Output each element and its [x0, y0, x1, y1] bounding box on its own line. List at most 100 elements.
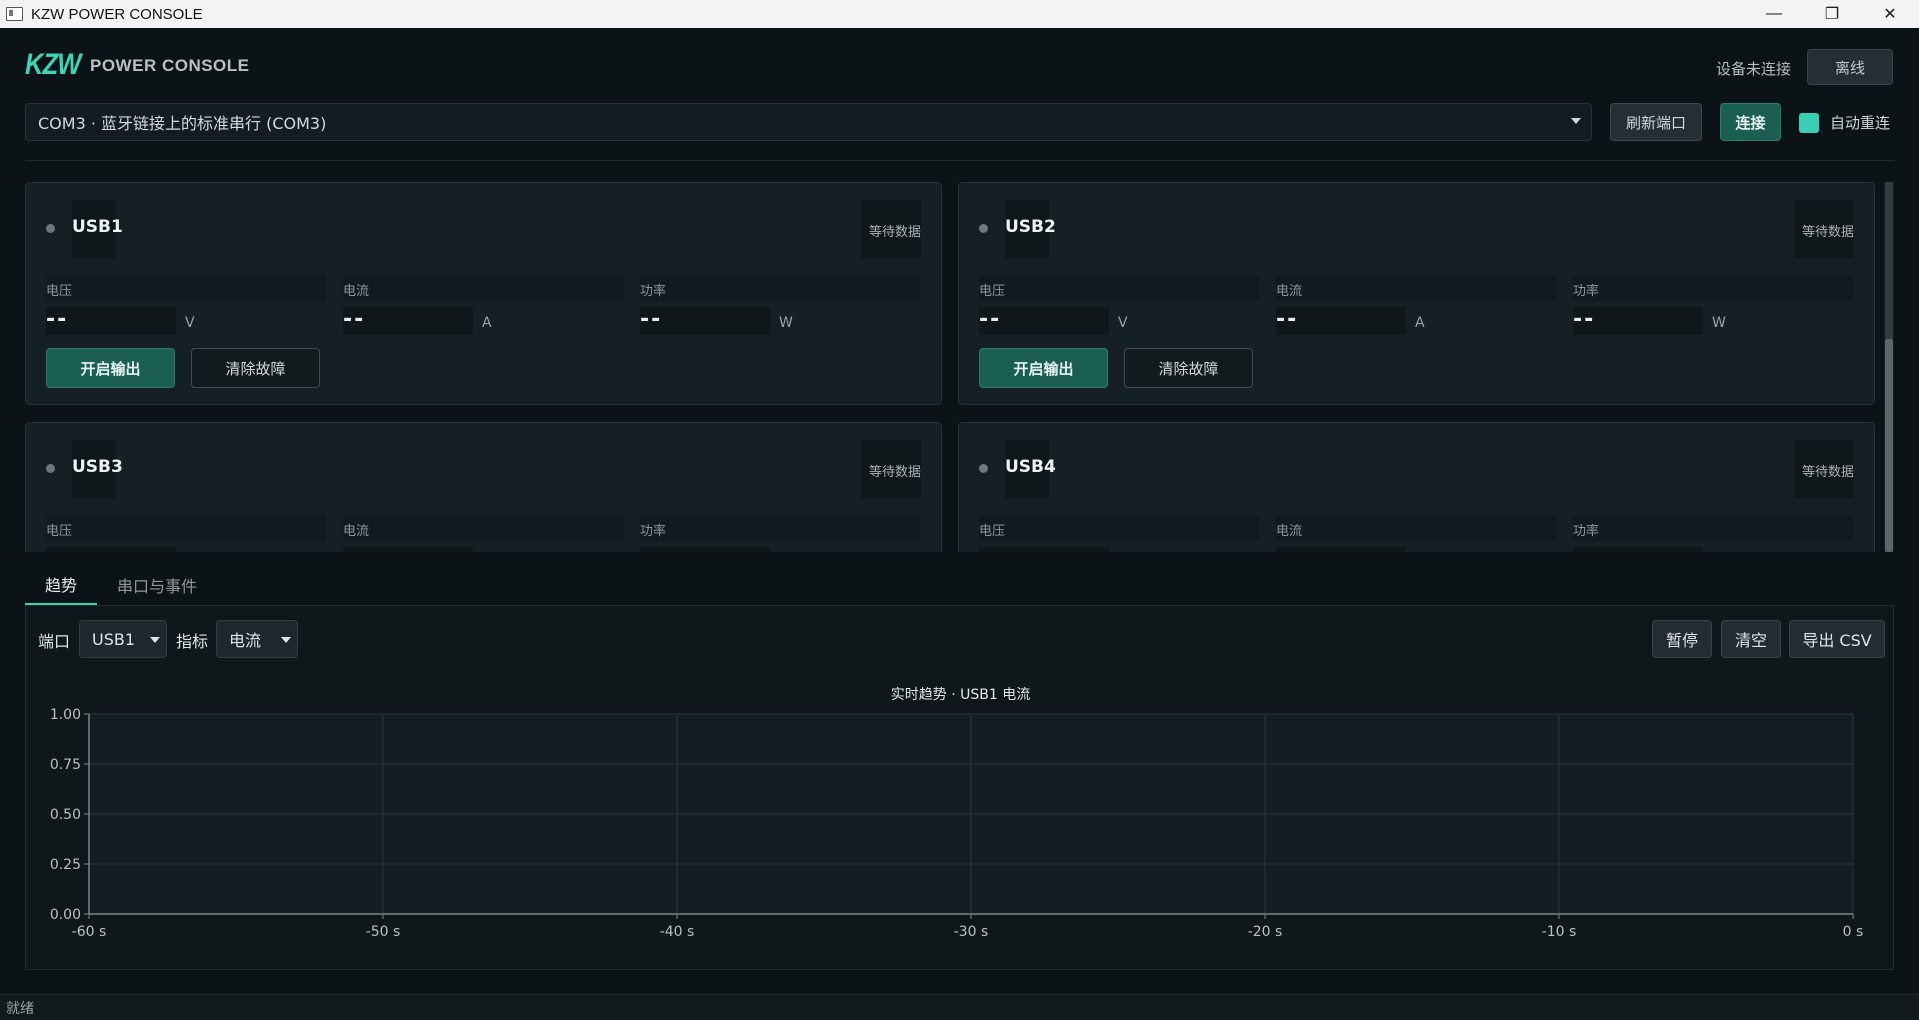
voltage-label: 电压 — [46, 284, 73, 299]
checkbox-checked-icon[interactable] — [1799, 112, 1819, 133]
power-value: -- — [1573, 307, 1596, 332]
port-card-usb3: USB3 等待数据 电压 电流 功率 — [25, 422, 942, 552]
voltage-label: 电压 — [979, 284, 1006, 299]
window-titlebar: KZW POWER CONSOLE — ❐ ✕ — [0, 0, 1919, 28]
power-label: 功率 — [1573, 284, 1600, 299]
y-tick-label: 1.00 — [50, 707, 81, 723]
status-dot-icon — [46, 464, 55, 473]
divider — [25, 160, 1895, 161]
power-unit: W — [1712, 315, 1726, 331]
status-text: 就绪 — [6, 1000, 34, 1017]
status-dot-icon — [46, 224, 55, 233]
trend-metric-select[interactable]: 电流 — [216, 620, 298, 658]
auto-reconnect-label: 自动重连 — [1830, 114, 1891, 132]
tab-trend[interactable]: 趋势 — [25, 565, 98, 605]
power-value: -- — [640, 307, 663, 332]
power-metric: 功率 — [1573, 515, 1853, 552]
voltage-metric: 电压 — [46, 515, 326, 552]
status-bar: 就绪 — [0, 994, 1919, 1020]
power-metric: 功率 — [640, 515, 920, 552]
bottom-tabs: 趋势 串口与事件 — [25, 565, 217, 605]
clear-fault-button[interactable]: 清除故障 — [191, 348, 320, 388]
trend-metric-value: 电流 — [229, 631, 262, 650]
trend-chart: 0.00 0.25 0.50 0.75 1.00 -60 s -50 s -40 s -30 s… — [50, 707, 1864, 940]
power-label: 功率 — [1573, 524, 1600, 539]
chevron-down-icon — [281, 637, 291, 643]
port-name: USB2 — [1005, 217, 1056, 237]
restore-icon[interactable]: ❐ — [1803, 0, 1861, 28]
window-title: KZW POWER CONSOLE — [31, 5, 203, 23]
x-tick-label: -60 s — [72, 924, 107, 940]
serial-port-value: COM3 · 蓝牙链接上的标准串行 (COM3) — [38, 114, 327, 133]
current-label: 电流 — [1276, 524, 1303, 539]
export-csv-button[interactable]: 导出 CSV — [1789, 620, 1885, 658]
power-unit: W — [779, 315, 793, 331]
x-tick-label: -40 s — [660, 924, 695, 940]
y-tick-label: 0.00 — [50, 907, 81, 923]
connect-button[interactable]: 连接 — [1720, 103, 1781, 141]
current-label: 电流 — [1276, 284, 1303, 299]
current-metric: 电流 -- A — [1276, 275, 1556, 365]
status-dot-icon — [979, 224, 988, 233]
current-label: 电流 — [343, 524, 370, 539]
serial-port-select[interactable]: COM3 · 蓝牙链接上的标准串行 (COM3) — [25, 103, 1592, 141]
x-tick-label: -10 s — [1542, 924, 1577, 940]
port-card-usb1: USB1 等待数据 电压 -- V 电流 -- A 功率 -- W 开启输出 清… — [25, 182, 942, 405]
current-label: 电流 — [343, 284, 370, 299]
current-metric: 电流 -- A — [343, 275, 623, 365]
port-status: 等待数据 — [1801, 225, 1854, 240]
auto-reconnect-checkbox[interactable]: 自动重连 — [1799, 112, 1890, 133]
port-label: 端口 — [38, 632, 71, 651]
x-tick-label: -30 s — [954, 924, 989, 940]
trend-port-value: USB1 — [92, 629, 136, 649]
trend-panel: 端口 USB1 指标 电流 暂停 清空 导出 CSV 实时趋势 · USB1 电… — [25, 606, 1894, 970]
y-tick-label: 0.75 — [50, 757, 81, 773]
tab-serial-events[interactable]: 串口与事件 — [97, 565, 217, 605]
current-unit: A — [482, 315, 492, 331]
cards-scrollbar[interactable] — [1884, 182, 1894, 552]
power-label: 功率 — [640, 284, 667, 299]
port-status: 等待数据 — [1801, 465, 1854, 480]
x-tick-label: -50 s — [366, 924, 401, 940]
voltage-label: 电压 — [46, 524, 73, 539]
power-label: 功率 — [640, 524, 667, 539]
trend-port-select[interactable]: USB1 — [79, 620, 167, 658]
app-icon — [6, 7, 23, 21]
port-card-usb2: USB2 等待数据 电压 -- V 电流 -- A 功率 -- W 开启输出 清… — [958, 182, 1875, 405]
brand-title: POWER CONSOLE — [90, 56, 250, 75]
port-status: 等待数据 — [868, 465, 921, 480]
scrollbar-thumb[interactable] — [1885, 339, 1893, 552]
port-name: USB4 — [1005, 457, 1056, 477]
enable-output-button[interactable]: 开启输出 — [979, 348, 1108, 388]
port-name: USB3 — [72, 457, 123, 477]
voltage-value: -- — [46, 307, 69, 332]
app-header: KZW POWER CONSOLE 设备未连接 离线 — [0, 28, 1919, 106]
enable-output-button[interactable]: 开启输出 — [46, 348, 175, 388]
current-value: -- — [1276, 307, 1299, 332]
minimize-icon[interactable]: — — [1745, 0, 1803, 28]
port-cards: USB1 等待数据 电压 -- V 电流 -- A 功率 -- W 开启输出 清… — [25, 182, 1885, 552]
voltage-unit: V — [185, 315, 195, 331]
port-name: USB1 — [72, 217, 123, 237]
voltage-label: 电压 — [979, 524, 1006, 539]
close-icon[interactable]: ✕ — [1861, 0, 1919, 28]
port-card-usb4: USB4 等待数据 电压 电流 功率 — [958, 422, 1875, 552]
voltage-unit: V — [1118, 315, 1128, 331]
clear-button[interactable]: 清空 — [1721, 620, 1781, 658]
current-metric: 电流 — [1276, 515, 1556, 552]
current-metric: 电流 — [343, 515, 623, 552]
x-tick-label: 0 s — [1843, 924, 1864, 940]
y-tick-label: 0.50 — [50, 807, 81, 823]
offline-button[interactable]: 离线 — [1807, 49, 1893, 85]
voltage-value: -- — [979, 307, 1002, 332]
connection-status: 设备未连接 — [1715, 60, 1791, 78]
chevron-down-icon — [150, 637, 160, 643]
refresh-ports-button[interactable]: 刷新端口 — [1610, 103, 1702, 141]
pause-button[interactable]: 暂停 — [1652, 620, 1712, 658]
power-metric: 功率 -- W — [1573, 275, 1853, 365]
port-status: 等待数据 — [868, 225, 921, 240]
current-unit: A — [1415, 315, 1425, 331]
clear-fault-button[interactable]: 清除故障 — [1124, 348, 1253, 388]
current-value: -- — [343, 307, 366, 332]
y-tick-label: 0.25 — [50, 857, 81, 873]
